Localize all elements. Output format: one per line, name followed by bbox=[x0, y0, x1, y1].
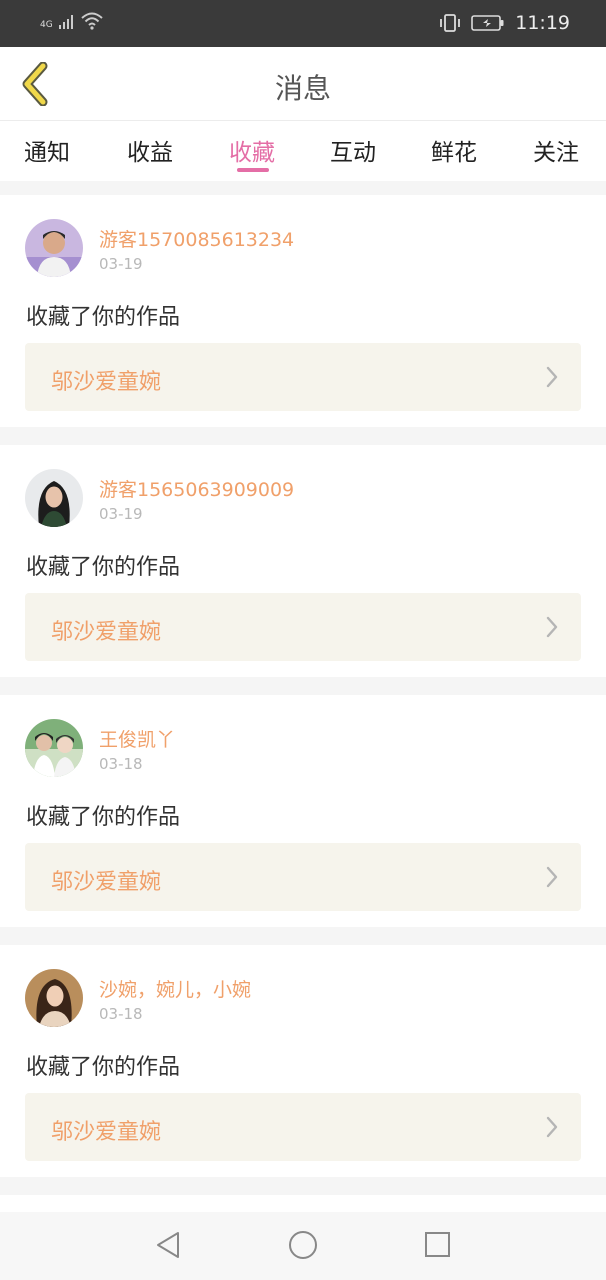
clock: 11:19 bbox=[515, 12, 570, 34]
work-title: 邬沙爱童婉 bbox=[51, 1120, 162, 1145]
work-title: 邬沙爱童婉 bbox=[51, 370, 162, 395]
tab-favorites[interactable]: 收藏 bbox=[229, 133, 275, 167]
work-title: 邬沙爱童婉 bbox=[51, 620, 162, 645]
chevron-right-icon bbox=[546, 1116, 558, 1138]
wifi-icon bbox=[81, 12, 103, 30]
message-date: 03-18 bbox=[99, 755, 143, 773]
work-link[interactable]: 邬沙爱童婉 bbox=[25, 593, 581, 661]
recents-square-icon[interactable] bbox=[424, 1230, 452, 1260]
chevron-right-icon bbox=[546, 866, 558, 888]
username[interactable]: 游客1570085613234 bbox=[99, 225, 294, 252]
signal-icon bbox=[58, 15, 73, 29]
tab-notifications[interactable]: 通知 bbox=[24, 133, 70, 167]
tab-flowers[interactable]: 鲜花 bbox=[431, 133, 477, 167]
message-card: 游客1565063909009 03-19 收藏了你的作品 邬沙爱童婉 bbox=[0, 445, 606, 677]
page-title: 消息 bbox=[274, 72, 331, 105]
avatar[interactable] bbox=[25, 719, 83, 777]
tab-following[interactable]: 关注 bbox=[533, 133, 579, 167]
message-card: 沙婉，婉儿，小婉 03-18 收藏了你的作品 邬沙爱童婉 bbox=[0, 945, 606, 1177]
vibrate-icon bbox=[440, 14, 461, 32]
active-tab-indicator bbox=[237, 168, 269, 172]
tab-interactions[interactable]: 互动 bbox=[330, 133, 376, 167]
chevron-right-icon bbox=[546, 366, 558, 388]
status-bar: 4G 11:19 bbox=[0, 0, 606, 47]
header-bar: 消息 bbox=[0, 47, 606, 121]
network-type: 4G bbox=[40, 20, 53, 30]
tab-bar: 通知 收益 收藏 互动 鲜花 关注 bbox=[0, 121, 606, 181]
tab-earnings[interactable]: 收益 bbox=[127, 133, 173, 167]
message-date: 03-18 bbox=[99, 1005, 143, 1023]
action-text: 收藏了你的作品 bbox=[26, 555, 181, 580]
avatar[interactable] bbox=[25, 219, 83, 277]
username[interactable]: 游客1565063909009 bbox=[99, 475, 294, 502]
back-triangle-icon[interactable] bbox=[154, 1230, 184, 1260]
message-card-partial bbox=[0, 1195, 606, 1212]
message-date: 03-19 bbox=[99, 505, 143, 523]
work-link[interactable]: 邬沙爱童婉 bbox=[25, 1093, 581, 1161]
avatar[interactable] bbox=[25, 969, 83, 1027]
system-nav-bar bbox=[0, 1212, 606, 1280]
work-link[interactable]: 邬沙爱童婉 bbox=[25, 843, 581, 911]
message-card: 游客1570085613234 03-19 收藏了你的作品 邬沙爱童婉 bbox=[0, 195, 606, 427]
message-card: 王俊凯丫 03-18 收藏了你的作品 邬沙爱童婉 bbox=[0, 695, 606, 927]
avatar[interactable] bbox=[25, 469, 83, 527]
work-title: 邬沙爱童婉 bbox=[51, 870, 162, 895]
message-date: 03-19 bbox=[99, 255, 143, 273]
home-circle-icon[interactable] bbox=[288, 1230, 318, 1260]
username[interactable]: 沙婉，婉儿，小婉 bbox=[99, 975, 251, 1002]
action-text: 收藏了你的作品 bbox=[26, 805, 181, 830]
action-text: 收藏了你的作品 bbox=[26, 1055, 181, 1080]
action-text: 收藏了你的作品 bbox=[26, 305, 181, 330]
work-link[interactable]: 邬沙爱童婉 bbox=[25, 343, 581, 411]
username[interactable]: 王俊凯丫 bbox=[99, 725, 175, 752]
battery-icon bbox=[471, 15, 504, 31]
chevron-right-icon bbox=[546, 616, 558, 638]
